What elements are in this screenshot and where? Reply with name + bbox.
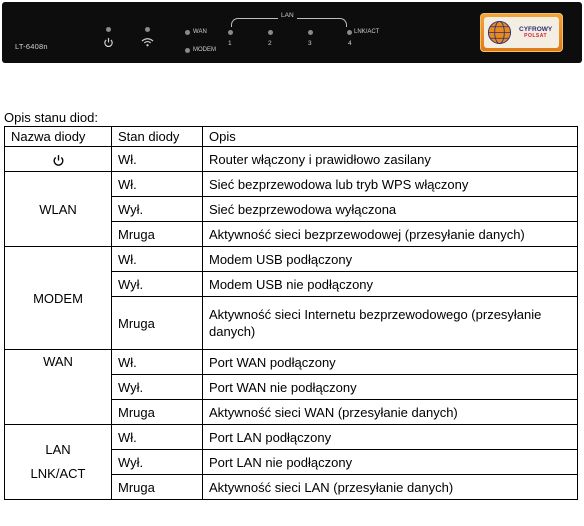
led-state: Wł. <box>111 246 203 272</box>
lan-label: LAN <box>278 12 297 19</box>
power-led <box>106 27 111 32</box>
wlan-led <box>145 27 150 32</box>
wan-led <box>185 30 190 35</box>
table-row: WLAN Wł. Sieć bezprzewodowa lub tryb WPS… <box>4 171 578 247</box>
table-row: LAN LNK/ACT Wł. Port LAN podłączony <box>4 424 578 500</box>
led-name-power <box>4 146 112 172</box>
modem-led <box>185 48 190 53</box>
led-state: Wył. <box>111 374 203 400</box>
wifi-icon <box>141 38 154 47</box>
header-led-name: Nazwa diody <box>4 126 112 147</box>
lan-port-2-led <box>268 30 273 35</box>
lan-port-1-label: 1 <box>228 40 232 47</box>
led-description: Modem USB podłączony <box>202 246 578 272</box>
table-row: MODEM Wł. Modem USB podłączony <box>4 246 578 350</box>
modem-label: MODEM <box>193 47 216 53</box>
led-state: Mruga <box>111 221 203 247</box>
led-name-lan-line2: LNK/ACT <box>30 466 86 481</box>
led-state: Wł. <box>111 171 203 197</box>
section-caption: Opis stanu diod: <box>4 110 98 125</box>
led-state: Mruga <box>111 474 203 500</box>
model-label: LT-6408n <box>15 42 48 51</box>
power-icon <box>53 154 63 166</box>
lan-port-4-label: 4 <box>348 40 352 47</box>
led-description: Port LAN nie podłączony <box>202 449 578 475</box>
wan-label: WAN <box>193 29 207 35</box>
lan-port-1-led <box>228 30 233 35</box>
led-description: Router włączony i prawidłowo zasilany <box>202 146 578 172</box>
header-led-state: Stan diody <box>111 126 203 147</box>
led-state: Wył. <box>111 449 203 475</box>
led-description: Port LAN podłączony <box>202 424 578 450</box>
power-icon <box>104 37 113 48</box>
led-name-wan: WAN <box>4 349 112 425</box>
lan-port-3-label: 3 <box>308 40 312 47</box>
led-state: Wł. <box>111 349 203 375</box>
led-state: Wł. <box>111 146 203 172</box>
led-description: Port WAN nie podłączony <box>202 374 578 400</box>
led-state: Wł. <box>111 424 203 450</box>
table-row: Wł. Router włączony i prawidłowo zasilan… <box>4 146 578 172</box>
table-row: WAN Wł. Port WAN podłączony <box>4 349 578 425</box>
table-header-row: Nazwa diody Stan diody Opis <box>4 126 578 147</box>
led-description: Modem USB nie podłączony <box>202 271 578 297</box>
led-name-lan: LAN LNK/ACT <box>4 424 112 500</box>
lan-port-3-led <box>308 30 313 35</box>
router-front-panel: LT-6408n WAN MODEM LAN 1 2 3 LNK/ACT 4 C… <box>2 2 582 63</box>
led-description: Aktywność sieci bezprzewodowej (przesyła… <box>202 221 578 247</box>
led-state: Mruga <box>111 296 203 350</box>
led-state: Mruga <box>111 399 203 425</box>
led-name-lan-line1: LAN <box>45 442 71 457</box>
led-state: Wył. <box>111 271 203 297</box>
globe-icon <box>487 20 512 45</box>
led-description: Aktywność sieci LAN (przesyłanie danych) <box>202 474 578 500</box>
led-state: Wył. <box>111 196 203 222</box>
led-name-wlan: WLAN <box>4 171 112 247</box>
led-description: Aktywność sieci Internetu bezprzewodoweg… <box>202 296 578 350</box>
led-description: Sieć bezprzewodowa lub tryb WPS włączony <box>202 171 578 197</box>
led-status-table: Nazwa diody Stan diody Opis Wł. Router w… <box>4 126 578 500</box>
lnk-act-label: LNK/ACT <box>354 29 380 35</box>
header-description: Opis <box>202 126 578 147</box>
lan-port-4-led <box>347 30 352 35</box>
led-name-modem: MODEM <box>4 246 112 350</box>
led-description: Aktywność sieci WAN (przesyłanie danych) <box>202 399 578 425</box>
led-description: Port WAN podłączony <box>202 349 578 375</box>
lan-bracket <box>231 18 347 27</box>
cyfrowy-polsat-logo: CYFROWY POLSAT <box>480 13 563 52</box>
led-description: Sieć bezprzewodowa wyłączona <box>202 196 578 222</box>
lan-port-2-label: 2 <box>268 40 272 47</box>
logo-text: CYFROWY POLSAT <box>519 26 553 39</box>
